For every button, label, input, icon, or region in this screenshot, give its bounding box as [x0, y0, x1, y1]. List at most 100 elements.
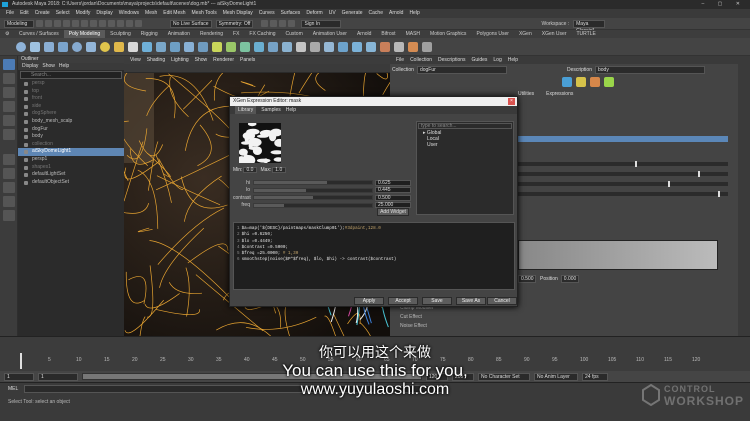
xgen-menu-item[interactable]: File — [396, 56, 404, 64]
library-tree-item-user[interactable]: User — [417, 142, 513, 148]
shelf-tab[interactable]: XGen — [514, 30, 537, 38]
append-icon[interactable] — [282, 41, 292, 52]
slider-value-field[interactable]: 0.500 — [375, 194, 411, 201]
create-description-icon[interactable] — [576, 77, 586, 87]
menu-item[interactable]: Windows — [119, 9, 139, 18]
xgen-menu-item[interactable]: Descriptions — [438, 56, 466, 64]
xgen-menu-item[interactable]: Collection — [410, 56, 432, 64]
snap-grid-icon[interactable] — [108, 20, 115, 27]
paint-select-tool-icon[interactable] — [3, 87, 15, 98]
menu-item[interactable]: Arnold — [389, 9, 403, 18]
accept-button[interactable]: Accept — [388, 297, 418, 305]
max-field[interactable]: 1.0 — [272, 167, 287, 173]
tab-library[interactable]: Library — [235, 106, 257, 114]
collection-dropdown[interactable]: dogFur — [416, 65, 507, 74]
shelf-tab[interactable]: Curves / Surfaces — [14, 30, 64, 38]
move-tool-icon[interactable] — [3, 101, 15, 112]
shelf-tab[interactable]: Polygons User — [471, 30, 514, 38]
shelf-tab[interactable]: TURTLE — [571, 30, 600, 38]
select-tool-icon[interactable] — [3, 59, 15, 70]
shelf-tab[interactable]: Arnold — [352, 30, 376, 38]
shelf-options-icon[interactable]: ⚙ — [0, 30, 14, 38]
menu-item[interactable]: Mesh — [145, 9, 157, 18]
redo-icon[interactable] — [72, 20, 79, 27]
viewport-menu-item[interactable]: Panels — [240, 56, 255, 64]
viewport-menu-item[interactable]: View — [130, 56, 141, 64]
menu-item[interactable]: Edit — [20, 9, 29, 18]
poly-plane-icon[interactable] — [86, 41, 96, 52]
outliner-item[interactable]: dogSphere — [18, 110, 124, 118]
live-surface-field[interactable]: No Live Surface — [170, 19, 212, 28]
outliner-item[interactable]: body — [18, 133, 124, 141]
outliner-item[interactable]: side — [18, 103, 124, 111]
menu-item[interactable]: Create — [35, 9, 50, 18]
slider-track[interactable] — [253, 187, 373, 193]
outliner-item[interactable]: persp1 — [18, 156, 124, 164]
last-tool-icon[interactable] — [3, 154, 15, 165]
menu-item[interactable]: Surfaces — [281, 9, 301, 18]
shelf-tab[interactable]: FX — [228, 30, 244, 38]
four-view-icon[interactable] — [3, 182, 15, 193]
shelf-tab[interactable]: Motion Graphics — [425, 30, 471, 38]
shelf-tab[interactable]: Rigging — [136, 30, 163, 38]
multi-cut-icon[interactable] — [296, 41, 306, 52]
poly-cylinder-icon[interactable] — [44, 41, 54, 52]
slider-track[interactable] — [253, 202, 373, 208]
auto-map-icon[interactable] — [408, 41, 418, 52]
menu-item[interactable]: Mesh Display — [223, 9, 253, 18]
poly-cone-icon[interactable] — [58, 41, 68, 52]
boolean-icon[interactable] — [184, 41, 194, 52]
position-field[interactable]: 0.000 — [560, 275, 579, 283]
viewport-menu-item[interactable]: Shading — [147, 56, 165, 64]
render-settings-icon[interactable] — [279, 20, 287, 27]
clear-preview-icon[interactable] — [604, 77, 614, 87]
range-end-field[interactable]: 120 — [426, 372, 448, 381]
shelf-tab[interactable]: Custom — [281, 30, 308, 38]
end-time-field[interactable]: 200 — [452, 372, 474, 381]
mel-label[interactable]: MEL — [8, 386, 18, 392]
effect-item[interactable]: Cut Effect — [390, 314, 520, 323]
outliner-item[interactable]: top — [18, 88, 124, 96]
outliner-item[interactable]: aiSkyDomeLight1 — [18, 148, 124, 156]
single-view-icon[interactable] — [3, 168, 15, 179]
snap-view-icon[interactable] — [135, 20, 142, 27]
type-icon[interactable] — [128, 41, 138, 52]
slider-track[interactable] — [253, 180, 373, 185]
poly-cube-icon[interactable] — [30, 41, 40, 52]
extrude-icon[interactable] — [212, 41, 222, 52]
apply-button[interactable]: Apply — [354, 297, 384, 305]
open-scene-icon[interactable] — [45, 20, 52, 27]
start-time-field[interactable]: 1 — [4, 372, 34, 381]
menu-item[interactable]: Modify — [76, 9, 91, 18]
separate-icon[interactable] — [156, 41, 166, 52]
sculpt-icon[interactable] — [422, 41, 432, 52]
combine-icon[interactable] — [142, 41, 152, 52]
shelf-tab[interactable]: FX Caching — [244, 30, 280, 38]
fps-dropdown[interactable]: 24 fps — [582, 372, 608, 381]
tab-expressions[interactable]: Expressions — [546, 91, 573, 97]
menu-item[interactable]: Mesh Tools — [192, 9, 217, 18]
svg-icon[interactable] — [114, 41, 124, 52]
expression-code-editor[interactable]: 1 $a=map('${DESC}/paintmaps/maskClump01')… — [233, 222, 515, 290]
new-scene-icon[interactable] — [36, 20, 43, 27]
side-tab-strip[interactable] — [738, 56, 750, 336]
range-start-field[interactable]: 1 — [38, 372, 78, 381]
menu-item[interactable]: Deform — [306, 9, 322, 18]
slider-track[interactable] — [253, 195, 373, 200]
viewport-menu-item[interactable]: Renderer — [213, 56, 234, 64]
ramp-curve-widget[interactable] — [518, 240, 718, 270]
outliner-item[interactable]: front — [18, 95, 124, 103]
save-scene-icon[interactable] — [54, 20, 61, 27]
menu-item[interactable]: Curves — [259, 9, 275, 18]
menu-item[interactable]: Edit Mesh — [163, 9, 185, 18]
menu-item[interactable]: File — [6, 9, 14, 18]
library-search-input[interactable]: type to search... — [418, 123, 512, 129]
mel-input[interactable] — [24, 384, 445, 393]
save-as-button[interactable]: Save As — [456, 297, 486, 305]
min-field[interactable]: 0.0 — [243, 167, 258, 173]
outliner-layout-icon[interactable] — [3, 196, 15, 207]
shelf-tab[interactable]: Animation — [163, 30, 195, 38]
tab-samples[interactable]: Samples — [261, 106, 280, 114]
graph-layout-icon[interactable] — [3, 210, 15, 221]
poly-torus-icon[interactable] — [72, 41, 82, 52]
